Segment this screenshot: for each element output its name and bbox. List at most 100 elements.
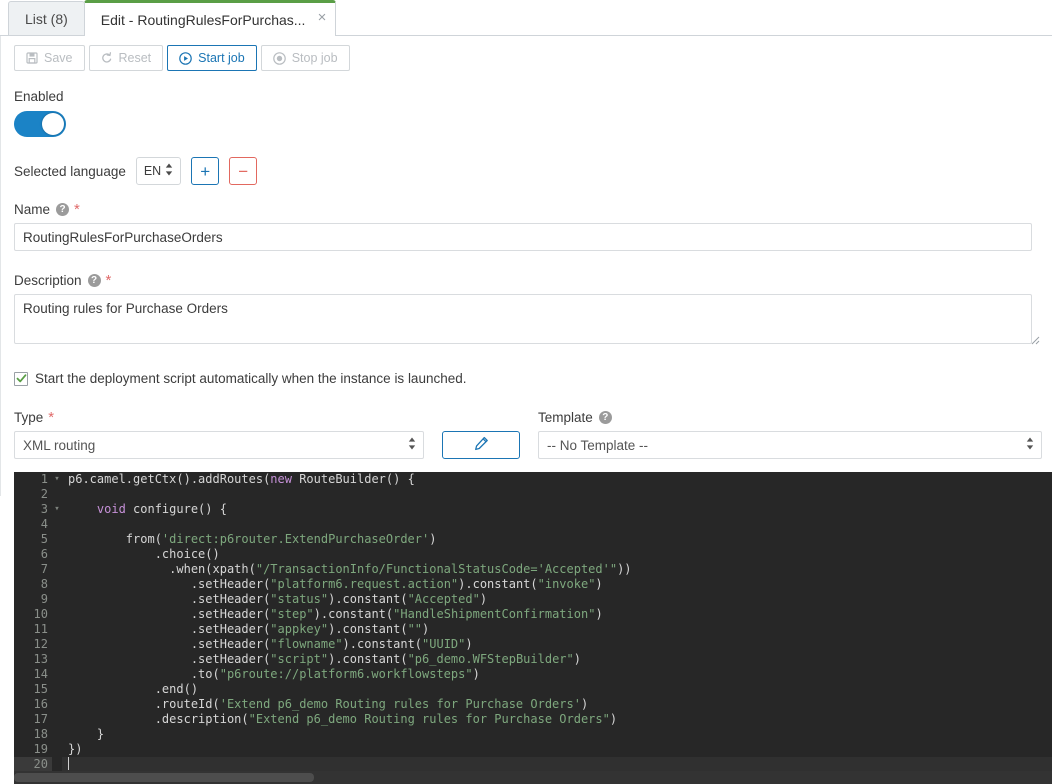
close-icon[interactable]: × bbox=[318, 10, 327, 25]
code-line[interactable]: 8 .setHeader("platform6.request.action")… bbox=[14, 577, 1052, 592]
code-line[interactable]: 14 .to("p6route://platform6.workflowstep… bbox=[14, 667, 1052, 682]
code-token-str: 'Extend p6_demo Routing rules for Purcha… bbox=[220, 697, 581, 711]
line-number: 10 bbox=[14, 607, 52, 622]
stop-circle-icon bbox=[273, 52, 286, 65]
language-select-value: EN bbox=[144, 164, 161, 178]
description-group: Description ? * Routing rules for Purcha… bbox=[0, 273, 1052, 347]
editor-horizontal-scrollbar[interactable] bbox=[14, 771, 1052, 784]
line-number: 12 bbox=[14, 637, 52, 652]
reset-button[interactable]: Reset bbox=[89, 45, 164, 71]
code-text: .setHeader("status").constant("Accepted"… bbox=[62, 592, 1052, 607]
code-token-plain: .setHeader( bbox=[68, 577, 270, 591]
code-line[interactable]: 18 } bbox=[14, 727, 1052, 742]
line-number: 14 bbox=[14, 667, 52, 682]
fold-toggle-icon[interactable]: ▾ bbox=[52, 472, 62, 487]
fold-spacer bbox=[52, 487, 62, 502]
code-token-plain: ) bbox=[480, 592, 487, 606]
code-token-plain: }) bbox=[68, 742, 82, 756]
code-text: .to("p6route://platform6.workflowsteps") bbox=[62, 667, 1052, 682]
code-line[interactable]: 7 .when(xpath("/TransactionInfo/Function… bbox=[14, 562, 1052, 577]
code-line[interactable]: 4 bbox=[14, 517, 1052, 532]
code-line[interactable]: 12 .setHeader("flowname").constant("UUID… bbox=[14, 637, 1052, 652]
name-input[interactable] bbox=[14, 223, 1032, 251]
code-token-plain: ).constant( bbox=[328, 622, 407, 636]
description-textarea[interactable]: Routing rules for Purchase Orders bbox=[14, 294, 1032, 344]
code-line[interactable]: 15 .end() bbox=[14, 682, 1052, 697]
start-job-button[interactable]: Start job bbox=[167, 45, 257, 71]
fold-spacer bbox=[52, 547, 62, 562]
fold-spacer bbox=[52, 622, 62, 637]
code-line[interactable]: 19}) bbox=[14, 742, 1052, 757]
code-text: .choice() bbox=[62, 547, 1052, 562]
remove-language-button[interactable]: − bbox=[229, 157, 257, 185]
language-select[interactable]: EN bbox=[136, 157, 181, 185]
help-icon[interactable]: ? bbox=[599, 411, 612, 424]
code-text: .setHeader("step").constant("HandleShipm… bbox=[62, 607, 1052, 622]
code-lines: 1▾p6.camel.getCtx().addRoutes(new RouteB… bbox=[14, 472, 1052, 772]
script-code-editor[interactable]: 1▾p6.camel.getCtx().addRoutes(new RouteB… bbox=[14, 472, 1052, 784]
code-token-str: "" bbox=[408, 622, 422, 636]
enabled-toggle[interactable] bbox=[14, 111, 66, 137]
autostart-checkbox[interactable] bbox=[14, 372, 28, 386]
code-token-plain: RouteBuilder() { bbox=[292, 472, 415, 486]
edit-type-button[interactable] bbox=[442, 431, 520, 459]
stop-job-button-label: Stop job bbox=[292, 51, 338, 65]
code-token-plain: .description( bbox=[68, 712, 249, 726]
tab-list[interactable]: List (8) bbox=[8, 1, 85, 35]
line-number: 17 bbox=[14, 712, 52, 727]
type-label: Type bbox=[14, 410, 43, 425]
code-token-str: "invoke" bbox=[538, 577, 596, 591]
help-icon[interactable]: ? bbox=[56, 203, 69, 216]
code-token-str: "platform6.request.action" bbox=[270, 577, 458, 591]
type-label-row: Type * bbox=[14, 410, 424, 425]
edit-routing-rule-page: List (8) Edit - RoutingRulesForPurchas..… bbox=[0, 0, 1052, 784]
line-number: 2 bbox=[14, 487, 52, 502]
code-text: .when(xpath("/TransactionInfo/Functional… bbox=[62, 562, 1052, 577]
code-line[interactable]: 16 .routeId('Extend p6_demo Routing rule… bbox=[14, 697, 1052, 712]
code-line[interactable]: 9 .setHeader("status").constant("Accepte… bbox=[14, 592, 1052, 607]
help-icon[interactable]: ? bbox=[88, 274, 101, 287]
code-line[interactable]: 5 from('direct:p6router.ExtendPurchaseOr… bbox=[14, 532, 1052, 547]
enabled-label: Enabled bbox=[14, 89, 64, 104]
reset-icon bbox=[101, 52, 113, 64]
fold-spacer bbox=[52, 757, 62, 772]
code-text: p6.camel.getCtx().addRoutes(new RouteBui… bbox=[62, 472, 1052, 487]
code-text: void configure() { bbox=[62, 502, 1052, 517]
reset-button-label: Reset bbox=[119, 51, 152, 65]
fold-spacer bbox=[52, 667, 62, 682]
line-number: 19 bbox=[14, 742, 52, 757]
fold-toggle-icon[interactable]: ▾ bbox=[52, 502, 62, 517]
code-line[interactable]: 2 bbox=[14, 487, 1052, 502]
template-select[interactable]: -- No Template -- bbox=[538, 431, 1042, 459]
code-line[interactable]: 20 bbox=[14, 757, 1052, 772]
language-label: Selected language bbox=[14, 164, 126, 179]
code-token-plain: from( bbox=[68, 532, 162, 546]
code-line[interactable]: 11 .setHeader("appkey").constant("") bbox=[14, 622, 1052, 637]
tab-edit-routing-rule[interactable]: Edit - RoutingRulesForPurchas... × bbox=[84, 0, 337, 36]
tab-bar: List (8) Edit - RoutingRulesForPurchas..… bbox=[0, 0, 1052, 36]
type-group: Type * XML routing bbox=[14, 410, 424, 459]
add-language-button[interactable]: + bbox=[191, 157, 219, 185]
code-token-str: "UUID" bbox=[422, 637, 465, 651]
code-token-plain: ) bbox=[581, 697, 588, 711]
code-line[interactable]: 17 .description("Extend p6_demo Routing … bbox=[14, 712, 1052, 727]
type-select[interactable]: XML routing bbox=[14, 431, 424, 459]
code-text bbox=[62, 487, 1052, 502]
code-text: .setHeader("script").constant("p6_demo.W… bbox=[62, 652, 1052, 667]
editor-scrollbar-thumb[interactable] bbox=[14, 773, 314, 782]
edit-type-group bbox=[424, 410, 538, 459]
code-token-plain: .to( bbox=[68, 667, 220, 681]
save-button[interactable]: Save bbox=[14, 45, 85, 71]
code-text: .setHeader("platform6.request.action").c… bbox=[62, 577, 1052, 592]
code-token-str: "Extend p6_demo Routing rules for Purcha… bbox=[249, 712, 610, 726]
fold-spacer bbox=[52, 682, 62, 697]
autostart-group: Start the deployment script automaticall… bbox=[0, 371, 1052, 386]
code-line[interactable]: 10 .setHeader("step").constant("HandleSh… bbox=[14, 607, 1052, 622]
code-line[interactable]: 13 .setHeader("script").constant("p6_dem… bbox=[14, 652, 1052, 667]
code-line[interactable]: 1▾p6.camel.getCtx().addRoutes(new RouteB… bbox=[14, 472, 1052, 487]
code-line[interactable]: 6 .choice() bbox=[14, 547, 1052, 562]
code-line[interactable]: 3▾ void configure() { bbox=[14, 502, 1052, 517]
line-number: 18 bbox=[14, 727, 52, 742]
code-token-plain: .setHeader( bbox=[68, 592, 270, 606]
stop-job-button[interactable]: Stop job bbox=[261, 45, 350, 71]
